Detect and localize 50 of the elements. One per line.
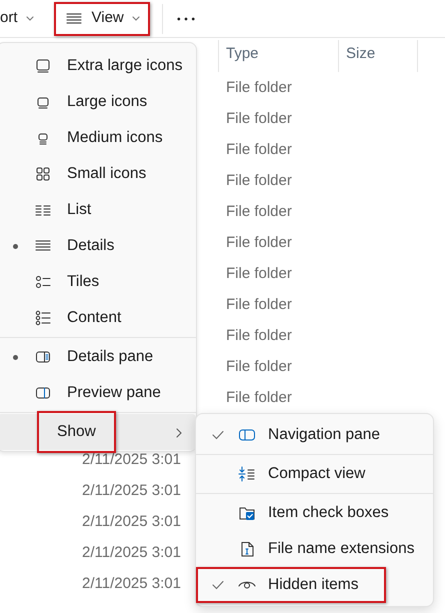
menu-item[interactable]: Content [1,300,196,336]
compact-icon [238,466,256,482]
table-cell: File folder [226,234,292,251]
tiles-icon [35,274,51,290]
pane-icon [238,427,256,443]
pane-icon [35,349,51,365]
table-cell: File folder [226,141,292,158]
menu-item[interactable]: Details [1,228,196,264]
table-cell: 2/11/2025 3:01 [82,575,181,592]
table-cell: File folder [226,389,292,406]
menu-item[interactable]: Item check boxes [196,495,433,531]
menu-item[interactable]: File name extensions [196,531,433,567]
table-cell: File folder [226,79,292,96]
menu-item[interactable]: Large icons [1,84,196,120]
caret-icon [132,16,140,21]
table-cell: 2/11/2025 3:01 [82,544,181,561]
table-cell: File folder [226,327,292,344]
more-icon [176,16,195,20]
eye-icon [238,581,256,589]
monitor-icon [35,58,51,74]
table-cell: File folder [226,265,292,282]
table-cell: File folder [226,296,292,313]
table-cell: 2/11/2025 3:01 [82,513,181,530]
caret-icon [26,16,34,21]
menu-item[interactable]: Show [0,414,196,450]
table-cell: 2/11/2025 3:01 [82,451,181,468]
table-cell: File folder [226,203,292,220]
chevron-icon [176,428,182,438]
sort-button[interactable]: ort [0,2,44,36]
folder-check-icon [238,505,256,521]
table-cell: File folder [226,172,292,189]
menu-item[interactable]: Compact view [196,456,433,492]
menu-item[interactable]: Preview pane [1,375,196,411]
menu-item[interactable]: Tiles [1,264,196,300]
table-cell: File folder [226,358,292,375]
details-view-icon [66,10,82,26]
menu-item[interactable]: Extra large icons [1,48,196,84]
menu-item[interactable]: List [1,192,196,228]
menu-item[interactable]: Small icons [1,156,196,192]
column-header[interactable]: Size [339,40,418,72]
table-cell: 2/11/2025 3:01 [82,482,181,499]
view-button[interactable]: View [54,2,150,36]
column-header[interactable]: Type [219,40,339,72]
menu-item[interactable]: Details pane [1,339,196,375]
menu-item[interactable]: Navigation pane [196,417,433,453]
pane-icon [35,385,51,401]
menu-item[interactable]: Medium icons [1,120,196,156]
grid-icon [35,166,51,182]
table-cell: File folder [226,110,292,127]
content-icon [35,310,51,326]
